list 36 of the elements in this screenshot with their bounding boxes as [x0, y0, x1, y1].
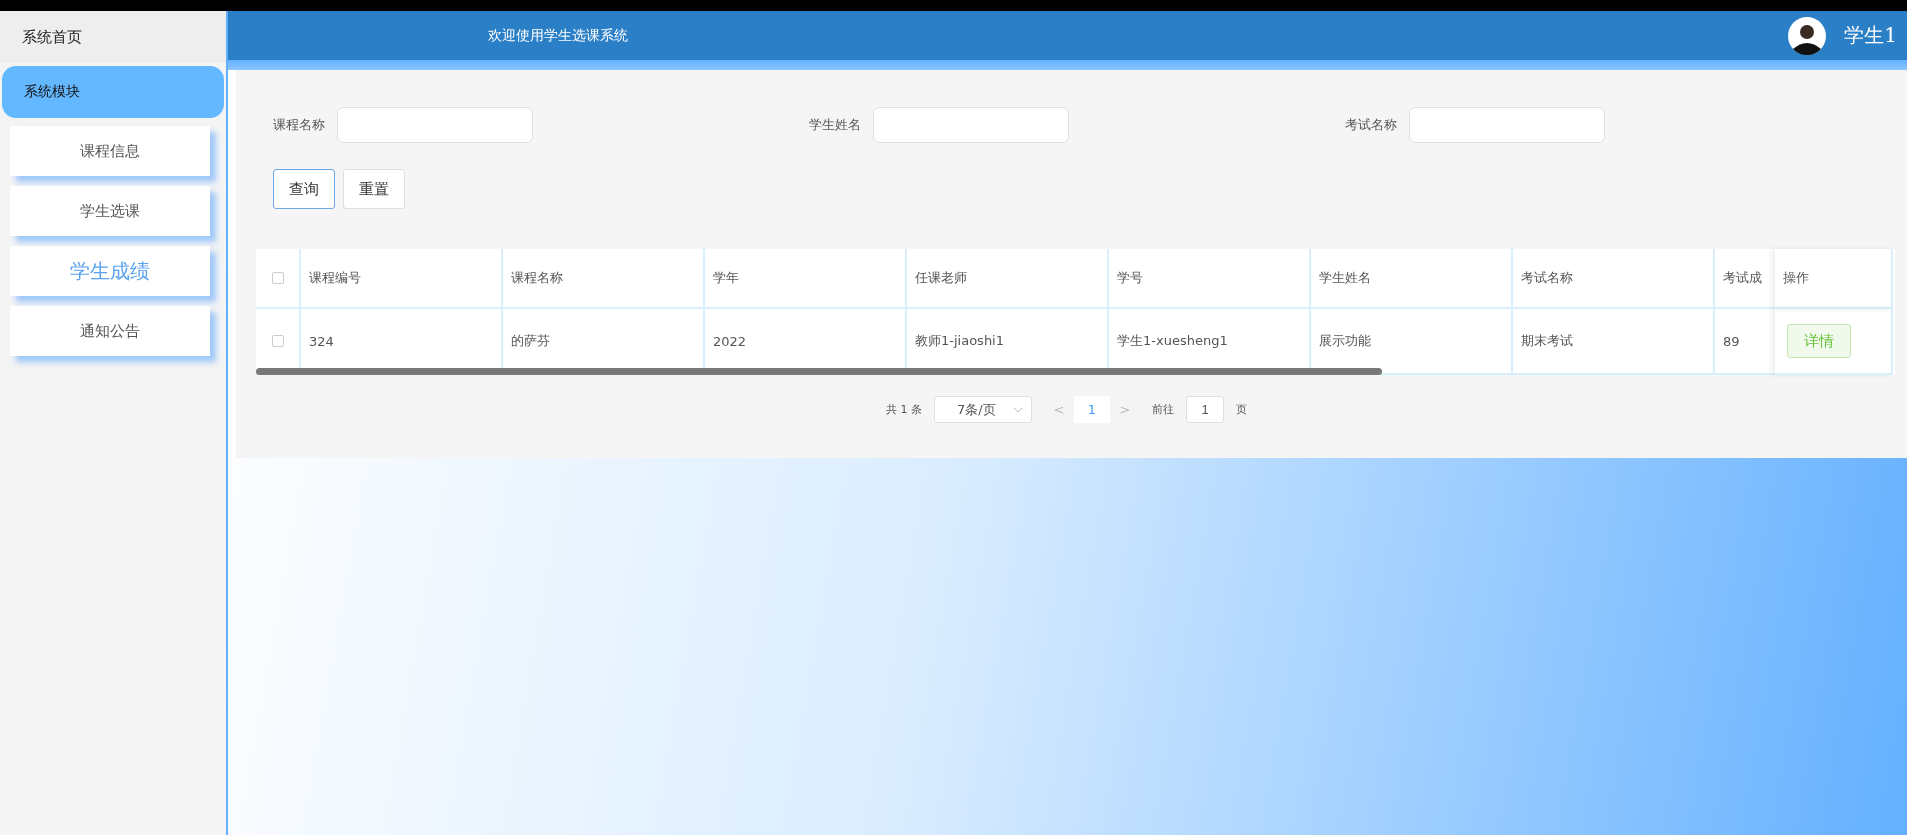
page-unit-label: 页 [1236, 402, 1247, 417]
search-field[interactable] [1409, 107, 1605, 143]
user-name[interactable]: 学生1 [1844, 22, 1897, 49]
search-button[interactable]: 查询 [273, 169, 335, 209]
home-menu-item[interactable]: 系统首页 [0, 11, 226, 63]
column-header: 学生姓名 [1311, 249, 1513, 309]
search-field[interactable] [337, 107, 533, 143]
column-header: 任课老师 [907, 249, 1109, 309]
caret-icon[interactable] [1013, 406, 1023, 413]
column-header: 考试名称 [1513, 249, 1715, 309]
column-header: 考试成 [1715, 249, 1775, 309]
column-header: 学年 [705, 249, 907, 309]
reset-button[interactable]: 重置 [343, 169, 405, 209]
page-input[interactable]: 1 [1186, 396, 1224, 423]
page-size-select[interactable]: 7条/页 [934, 396, 1032, 423]
search-field[interactable] [873, 107, 1069, 143]
field-label: 课程名称 [273, 116, 325, 134]
total-count: 共 1 条 [886, 402, 922, 417]
table-cell: 89 [1715, 309, 1775, 375]
field-label: 考试名称 [1345, 116, 1397, 134]
table-cell: 期末考试 [1513, 309, 1715, 375]
avatar-icon[interactable] [1788, 16, 1827, 55]
row-checkbox[interactable] [271, 335, 284, 347]
scrollbar-thumb[interactable] [256, 368, 1382, 375]
goto-label: 前往 [1152, 402, 1174, 417]
menu-item[interactable]: 课程信息 [10, 126, 210, 176]
field-label: 学生姓名 [809, 116, 861, 134]
column-header: 学号 [1109, 249, 1311, 309]
column-header: 操作 [1775, 249, 1893, 309]
column-header: 课程名称 [503, 249, 705, 309]
header-title: 欢迎使用学生选课系统 [488, 26, 628, 45]
menu-item[interactable]: 通知公告 [10, 306, 210, 356]
column-header: 课程编号 [301, 249, 503, 309]
menu-item[interactable]: 学生选课 [10, 186, 210, 236]
select-all-checkbox[interactable] [271, 272, 284, 284]
module-menu-header[interactable]: 系统模块 [2, 66, 224, 118]
